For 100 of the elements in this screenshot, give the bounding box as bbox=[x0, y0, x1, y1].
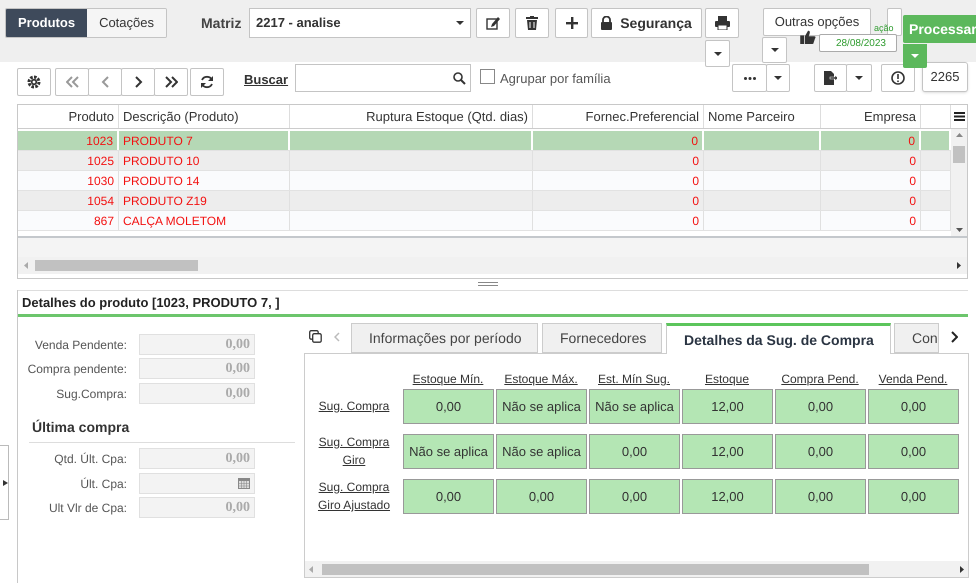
vertical-scrollbar[interactable] bbox=[951, 129, 967, 236]
print-button[interactable] bbox=[705, 8, 739, 38]
checkbox-label: Agrupar por família bbox=[500, 70, 611, 88]
caret-icon bbox=[911, 54, 919, 58]
tab[interactable]: Detalhes da Sug. de Compra bbox=[666, 323, 891, 354]
table-row[interactable]: 867 CALÇA MOLETOM 0 0 bbox=[18, 211, 951, 231]
select-field[interactable]: 2217 - analise bbox=[249, 8, 471, 38]
row-label-link[interactable]: Sug. Compra bbox=[307, 397, 401, 415]
double-chevron-left-icon bbox=[66, 76, 78, 88]
column-header[interactable]: Estoque bbox=[682, 370, 772, 388]
column-header[interactable]: Estoque Máx. bbox=[496, 370, 586, 388]
table-cell: CALÇA MOLETOM bbox=[119, 211, 290, 230]
dropdown-button[interactable] bbox=[762, 37, 787, 63]
caret-icon bbox=[770, 48, 778, 52]
scroll-right-arrow-icon bbox=[957, 262, 961, 269]
search-link[interactable]: Buscar bbox=[244, 70, 288, 90]
thumbs-up-icon bbox=[800, 30, 816, 44]
settings-button[interactable] bbox=[17, 68, 51, 96]
last-page-button[interactable] bbox=[154, 68, 188, 96]
chevron-left-icon bbox=[334, 332, 340, 342]
column-header[interactable]: Descrição (Produto) bbox=[119, 105, 290, 128]
field-label: Ult Vlr de Cpa: bbox=[48, 500, 128, 516]
table-cell: 12,00 bbox=[682, 389, 773, 424]
record-count: 2265 bbox=[922, 62, 968, 92]
printer-icon bbox=[714, 16, 730, 30]
refresh-button[interactable] bbox=[190, 68, 224, 96]
table-cell: 0 bbox=[821, 191, 921, 210]
dropdown-button[interactable] bbox=[766, 64, 790, 92]
scroll-thumb[interactable] bbox=[35, 260, 198, 271]
collapse-tab[interactable] bbox=[0, 445, 9, 520]
calendar-icon bbox=[238, 478, 250, 489]
export-file-icon bbox=[824, 71, 837, 85]
column-header[interactable]: Estoque Mín. bbox=[403, 370, 493, 388]
edit-icon bbox=[486, 16, 500, 30]
chevron-left-icon bbox=[100, 76, 110, 88]
table-row[interactable]: 1030 PRODUTO 14 0 0 bbox=[18, 171, 951, 191]
exclamation-icon bbox=[891, 71, 905, 85]
column-header[interactable]: Fornec.Preferencial bbox=[533, 105, 704, 128]
double-chevron-right-icon bbox=[164, 76, 178, 88]
scroll-up-arrow-icon bbox=[956, 133, 962, 137]
table-cell: 0,00 bbox=[589, 479, 680, 514]
row-label-link[interactable]: Sug. Compra Giro bbox=[307, 433, 401, 469]
column-header[interactable]: Ruptura Estoque (Qtd. dias) bbox=[290, 105, 533, 128]
table-cell: 0 bbox=[821, 211, 921, 230]
notification-text: ação bbox=[874, 24, 894, 33]
add-button[interactable] bbox=[555, 8, 588, 38]
search-field[interactable] bbox=[295, 64, 471, 92]
scroll-thumb[interactable] bbox=[953, 146, 965, 163]
dropdown-button[interactable] bbox=[705, 40, 730, 67]
alert-button[interactable] bbox=[881, 64, 915, 92]
group-checkbox[interactable] bbox=[480, 69, 495, 84]
table-cell: 0 bbox=[533, 151, 704, 170]
row-label-link[interactable]: Sug. Compra Giro Ajustado bbox=[307, 478, 401, 514]
column-header[interactable]: Produto bbox=[18, 105, 119, 128]
scroll-left-arrow-icon bbox=[309, 566, 313, 572]
table-cell: 0,00 bbox=[868, 434, 959, 469]
caret-icon bbox=[855, 76, 863, 80]
table-cell: 12,00 bbox=[682, 434, 773, 469]
scroll-right-arrow-icon bbox=[960, 566, 964, 572]
table-row[interactable]: 1054 PRODUTO Z19 0 0 bbox=[18, 191, 951, 211]
table-cell: 1025 bbox=[18, 151, 119, 170]
horizontal-scrollbar[interactable] bbox=[18, 257, 967, 274]
caret-icon bbox=[456, 21, 464, 25]
search-icon bbox=[453, 72, 466, 84]
more-button[interactable] bbox=[732, 64, 767, 92]
splitter-handle-icon[interactable] bbox=[478, 282, 498, 287]
column-header[interactable]: Venda Pend. bbox=[868, 370, 958, 388]
tab[interactable]: Informações por período bbox=[351, 323, 538, 353]
scroll-thumb[interactable] bbox=[322, 564, 869, 574]
edit-button[interactable] bbox=[476, 8, 510, 38]
table-cell: 0 bbox=[533, 191, 704, 210]
table-cell: 0,00 bbox=[775, 434, 866, 469]
table-cell: 0,00 bbox=[403, 389, 494, 424]
input-field[interactable] bbox=[139, 473, 255, 494]
table-cell: 0,00 bbox=[775, 389, 866, 424]
delete-button[interactable] bbox=[515, 8, 549, 38]
tab[interactable]: Cotações bbox=[87, 9, 166, 37]
security-button[interactable]: Segurança bbox=[591, 8, 702, 38]
other-options-button[interactable]: Outras opções bbox=[763, 8, 871, 36]
table-cell: 0 bbox=[533, 171, 704, 190]
table-cell: Não se aplica bbox=[496, 389, 587, 424]
table-cell: 0,00 bbox=[868, 479, 959, 514]
tab[interactable]: Fornecedores bbox=[542, 323, 662, 353]
tab[interactable]: Con bbox=[894, 323, 939, 353]
table-cell: 0,00 bbox=[775, 479, 866, 514]
export-button[interactable] bbox=[814, 64, 847, 92]
table-row[interactable]: 1025 PRODUTO 10 0 0 bbox=[18, 151, 951, 171]
column-header[interactable]: Compra Pend. bbox=[775, 370, 865, 388]
horizontal-scrollbar[interactable] bbox=[305, 561, 968, 577]
copy-icon bbox=[309, 330, 322, 343]
expand-arrow-icon bbox=[3, 480, 8, 486]
tab[interactable]: Produtos bbox=[6, 9, 88, 37]
table-cell: 12,00 bbox=[682, 479, 773, 514]
table-cell: Não se aplica bbox=[589, 389, 680, 424]
next-button[interactable] bbox=[121, 68, 155, 96]
table-cell: 0 bbox=[821, 171, 921, 190]
column-header[interactable]: Empresa bbox=[821, 105, 921, 128]
column-header[interactable]: Nome Parceiro bbox=[704, 105, 821, 128]
table-cell: 1054 bbox=[18, 191, 119, 210]
column-header[interactable]: Est. Mín Sug. bbox=[589, 370, 679, 388]
